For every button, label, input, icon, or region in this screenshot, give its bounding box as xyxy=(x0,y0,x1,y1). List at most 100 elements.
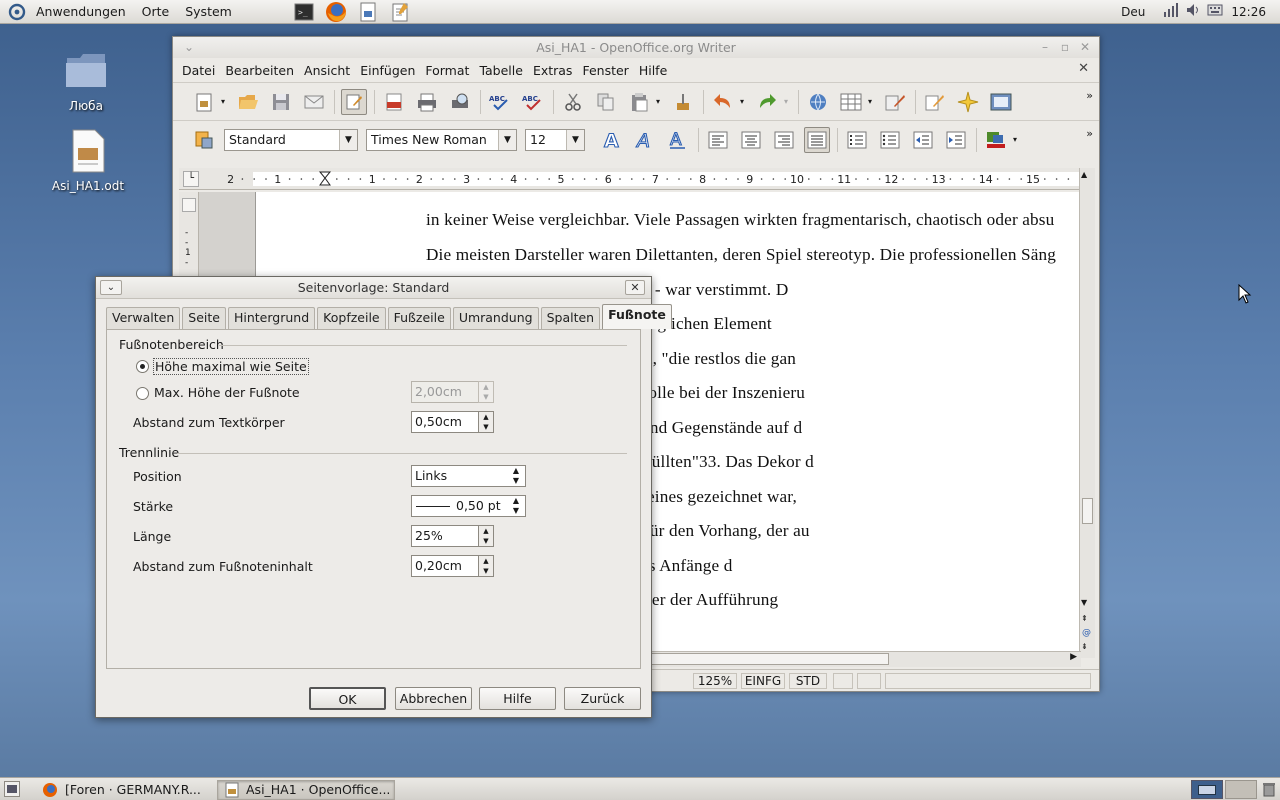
window-menu-icon[interactable]: ⌄ xyxy=(181,39,197,55)
font-color-dropdown-icon[interactable]: ▾ xyxy=(1010,127,1020,153)
tab-columns[interactable]: Spalten xyxy=(540,307,601,329)
tab-borders[interactable]: Umrandung xyxy=(452,307,539,329)
copy-icon[interactable] xyxy=(593,89,619,115)
scroll-up-icon[interactable]: ▲ xyxy=(1081,170,1087,179)
ok-button[interactable]: OK xyxy=(309,687,386,710)
print-icon[interactable] xyxy=(414,89,440,115)
spacing-to-text-field[interactable]: 0,50cm ▲ ▼ xyxy=(411,411,494,433)
menu-help[interactable]: Hilfe xyxy=(634,63,672,78)
insert-mode[interactable]: EINFG xyxy=(741,673,785,689)
navigator-icon[interactable] xyxy=(955,89,981,115)
hyperlink-icon[interactable] xyxy=(805,89,831,115)
new-dropdown-icon[interactable]: ▾ xyxy=(218,89,228,115)
navigation-icon[interactable]: @ xyxy=(1082,628,1091,638)
tab-footnote[interactable]: Fußnote xyxy=(602,304,672,329)
trash-icon[interactable] xyxy=(1262,781,1276,800)
reset-button[interactable]: Zurück xyxy=(564,687,641,710)
menu-file[interactable]: Datei xyxy=(177,63,220,78)
align-center-icon[interactable] xyxy=(738,127,764,153)
maximize-icon[interactable]: ▫ xyxy=(1057,39,1073,55)
draw-functions-icon[interactable] xyxy=(882,89,908,115)
spellcheck-icon[interactable]: ABC xyxy=(487,89,513,115)
scroll-right-icon[interactable]: ▶ xyxy=(1070,652,1077,662)
close-window-icon[interactable]: ✕ xyxy=(1077,39,1093,55)
font-name-combo[interactable]: Times New Roman ▼ xyxy=(366,128,517,151)
menu-format[interactable]: Format xyxy=(420,63,474,78)
horizontal-ruler[interactable]: └ 2 1 1 2 3 4 5 6 7 8 9 10 11 12 13 14 15 xyxy=(179,168,1083,190)
paragraph-style-combo[interactable]: Standard ▼ xyxy=(224,128,358,151)
tab-page[interactable]: Seite xyxy=(182,307,226,329)
clock[interactable]: 12:26 xyxy=(1231,5,1266,19)
tab-footer[interactable]: Fußzeile xyxy=(387,307,451,329)
chevron-down-icon[interactable]: ▼ xyxy=(498,129,516,150)
workspace-1[interactable] xyxy=(1191,780,1223,799)
doc-line[interactable]: Die meisten Darsteller waren Dilettanten… xyxy=(426,245,1056,265)
align-right-icon[interactable] xyxy=(771,127,797,153)
menu-places[interactable]: Orte xyxy=(134,0,178,24)
radio-max-page-height[interactable] xyxy=(136,360,149,373)
menu-edit[interactable]: Bearbeiten xyxy=(220,63,299,78)
scroll-thumb[interactable] xyxy=(1082,498,1093,524)
menu-system[interactable]: System xyxy=(177,0,240,24)
spin-updown-icon[interactable]: ▲ ▼ xyxy=(478,555,494,577)
writer-titlebar[interactable]: ⌄ Asi_HA1 - OpenOffice.org Writer – ▫ ✕ xyxy=(173,37,1099,58)
open-folder-icon[interactable] xyxy=(235,89,261,115)
keyboard-layout-indicator[interactable]: Deu xyxy=(1121,5,1145,19)
vertical-scrollbar[interactable]: ▲ ▼ ⇞ @ ⇟ xyxy=(1079,168,1095,658)
cancel-button[interactable]: Abbrechen xyxy=(395,687,472,710)
spacing-to-content-field[interactable]: 0,20cm ▲ ▼ xyxy=(411,555,494,577)
menu-table[interactable]: Tabelle xyxy=(474,63,528,78)
taskbar-item-writer[interactable]: Asi_HA1 · OpenOffice... xyxy=(217,780,395,800)
radio-max-footnote-height[interactable] xyxy=(136,387,149,400)
export-pdf-icon[interactable] xyxy=(381,89,407,115)
email-icon[interactable] xyxy=(301,89,327,115)
workspace-2[interactable] xyxy=(1225,780,1257,799)
radio-max-footnote-height-label[interactable]: Max. Höhe der Fußnote xyxy=(154,385,300,400)
font-color-icon[interactable] xyxy=(983,127,1009,153)
bullets-icon[interactable] xyxy=(877,127,903,153)
italic-icon[interactable]: A xyxy=(632,127,658,153)
tab-background[interactable]: Hintergrund xyxy=(227,307,316,329)
network-icon[interactable] xyxy=(1163,2,1179,21)
clone-format-icon[interactable] xyxy=(670,89,696,115)
paste-dropdown-icon[interactable]: ▾ xyxy=(653,89,663,115)
taskbar-item-browser[interactable]: [Foren · GERMANY.R... xyxy=(36,780,212,800)
decrease-indent-icon[interactable] xyxy=(910,127,936,153)
table-dropdown-icon[interactable]: ▾ xyxy=(865,89,875,115)
next-page-icon[interactable]: ⇟ xyxy=(1081,642,1088,651)
help-button[interactable]: Hilfe xyxy=(479,687,556,710)
styles-formatting-icon[interactable] xyxy=(191,127,217,153)
gallery-icon[interactable] xyxy=(988,89,1014,115)
dialog-menu-icon[interactable]: ⌄ xyxy=(100,280,122,295)
cut-icon[interactable] xyxy=(560,89,586,115)
find-replace-icon[interactable] xyxy=(922,89,948,115)
paste-icon[interactable] xyxy=(626,89,652,115)
desktop-icon-folder[interactable]: Люба xyxy=(41,50,131,113)
edit-mode-icon[interactable] xyxy=(341,88,367,115)
length-field[interactable]: 25% ▲ ▼ xyxy=(411,525,494,547)
toolbar-overflow-icon[interactable]: » xyxy=(1086,127,1093,140)
weight-select[interactable]: 0,50 pt ▲ ▼ xyxy=(411,495,526,517)
document-modified-indicator[interactable] xyxy=(833,673,853,689)
tab-organizer[interactable]: Verwalten xyxy=(106,307,181,329)
bold-icon[interactable]: A xyxy=(599,127,625,153)
horizontal-scrollbar[interactable]: ▶ xyxy=(649,651,1081,667)
tab-header[interactable]: Kopfzeile xyxy=(317,307,386,329)
increase-indent-icon[interactable] xyxy=(943,127,969,153)
desktop-icon-document[interactable]: Asi_HA1.odt xyxy=(43,128,133,193)
font-size-combo[interactable]: 12 ▼ xyxy=(525,128,585,151)
volume-icon[interactable] xyxy=(1185,2,1201,21)
tab-stop-selector-icon[interactable]: └ xyxy=(183,171,199,187)
digital-signature-indicator[interactable] xyxy=(857,673,881,689)
doc-line[interactable]: in keiner Weise vergleichbar. Viele Pass… xyxy=(426,210,1054,230)
redo-icon[interactable] xyxy=(754,89,780,115)
dialog-titlebar[interactable]: ⌄ Seitenvorlage: Standard ✕ xyxy=(96,277,651,299)
undo-icon[interactable] xyxy=(710,89,736,115)
previous-page-icon[interactable]: ⇞ xyxy=(1081,614,1088,623)
firefox-launcher-icon[interactable] xyxy=(325,1,347,22)
underline-icon[interactable]: A xyxy=(665,127,691,153)
terminal-launcher-icon[interactable]: >_ xyxy=(293,2,315,22)
keyboard-tray-icon[interactable] xyxy=(1207,2,1223,21)
dialog-close-icon[interactable]: ✕ xyxy=(625,280,645,295)
scroll-thumb[interactable] xyxy=(649,653,889,665)
